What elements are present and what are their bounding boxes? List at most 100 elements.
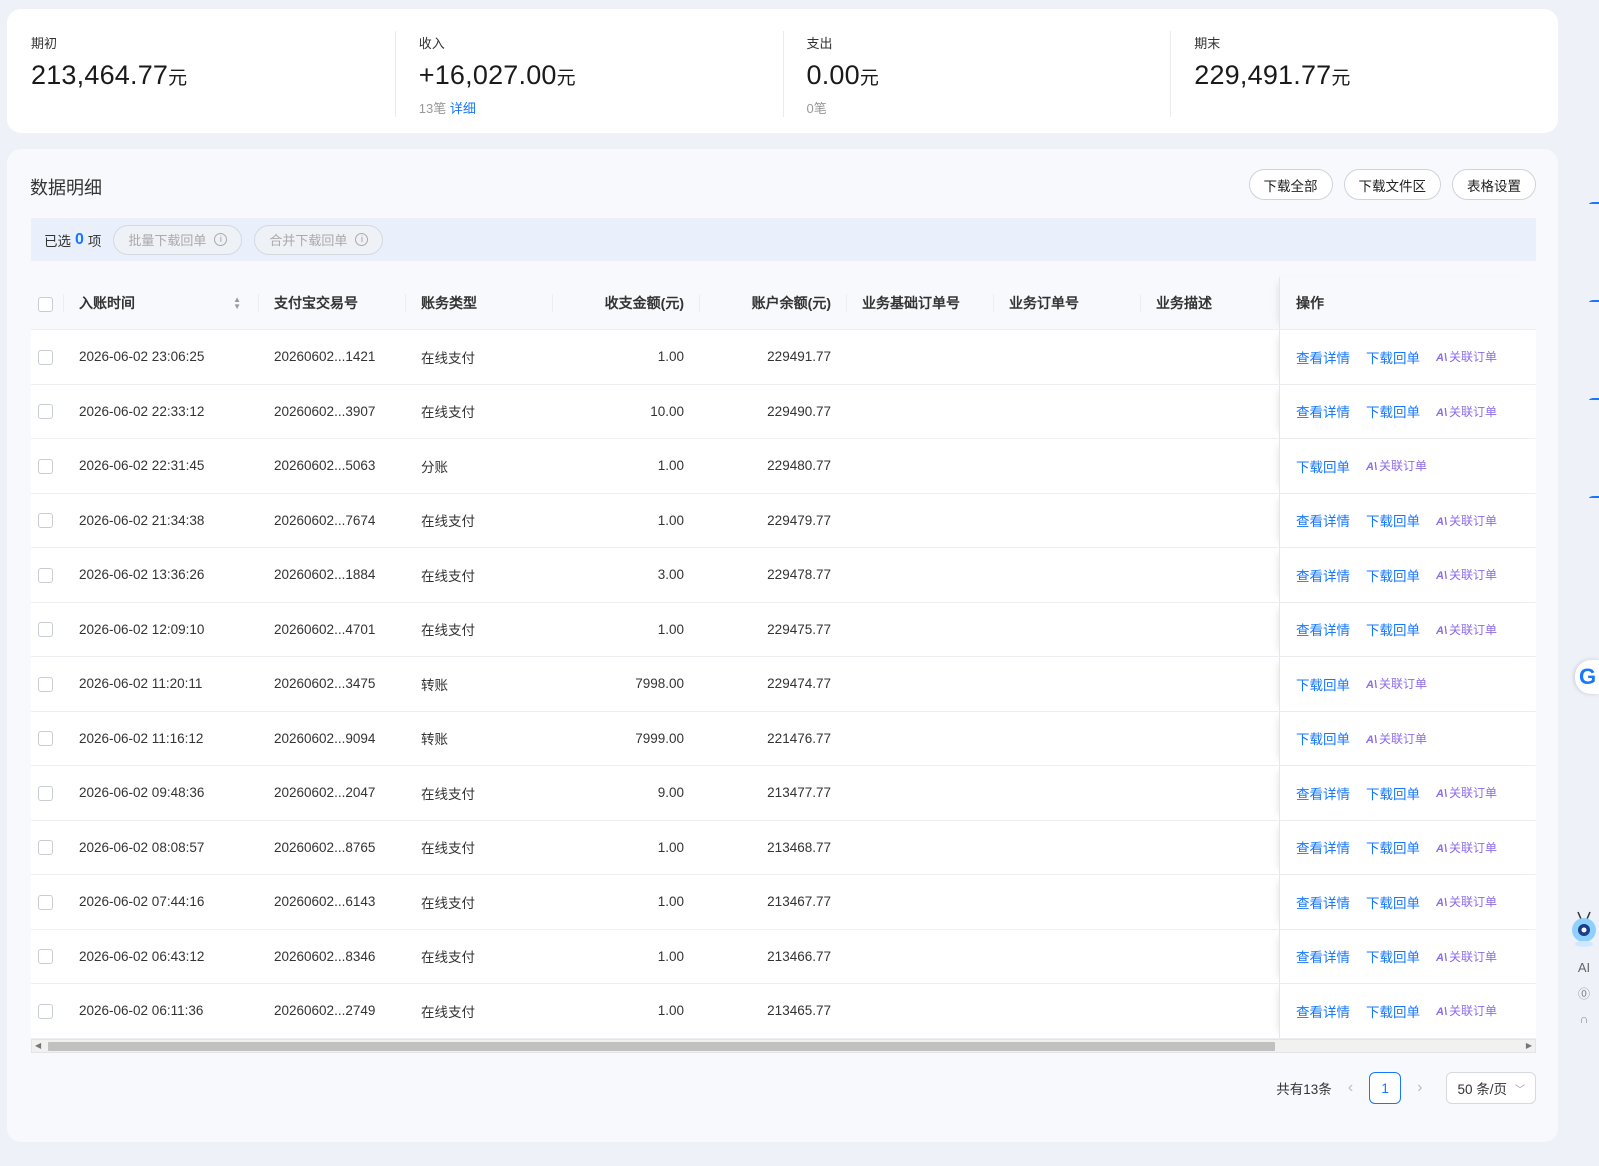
row-checkbox[interactable] (31, 839, 63, 856)
download-receipt-link[interactable]: 下载回单 (1366, 946, 1420, 966)
download-receipt-link[interactable]: 下载回单 (1366, 1001, 1420, 1021)
cell-time: 2026-06-02 11:16:12 (79, 730, 204, 746)
view-detail-link[interactable]: 查看详情 (1296, 619, 1350, 639)
row-checkbox[interactable] (31, 894, 63, 910)
related-order-link[interactable]: A\ 关联订单 (1436, 948, 1497, 965)
row-checkbox[interactable] (31, 512, 63, 529)
select-all-checkbox[interactable] (31, 292, 63, 314)
robot-assistant-icon[interactable] (1569, 910, 1599, 948)
side-tab-icon[interactable] (1589, 300, 1599, 304)
related-order-link[interactable]: A\ 关联订单 (1366, 457, 1427, 474)
download-receipt-link[interactable]: 下载回单 (1296, 674, 1350, 694)
batch-download-button[interactable]: 批量下载回单 i (113, 224, 243, 255)
cell-balance: 229490.77 (767, 403, 831, 419)
cell-time: 2026-06-02 13:36:26 (79, 567, 205, 583)
prev-page-icon[interactable]: ‹ (1348, 1079, 1353, 1097)
download-receipt-link[interactable]: 下载回单 (1366, 347, 1420, 367)
view-detail-link[interactable]: 查看详情 (1296, 783, 1350, 803)
row-checkbox[interactable] (31, 621, 63, 638)
table-row: 2026-06-02 21:34:38 20260602...7674 在线支付 1.… (31, 493, 1536, 548)
table-row: 2026-06-02 07:44:16 20260602...6143 在线支付 1.… (31, 875, 1536, 930)
download-receipt-link[interactable]: 下载回单 (1366, 783, 1420, 803)
assistant-g-icon[interactable]: G (1575, 660, 1599, 694)
row-checkbox[interactable] (31, 567, 63, 583)
row-checkbox[interactable] (31, 349, 63, 365)
table-settings-button[interactable]: 表格设置 (1452, 169, 1536, 200)
sort-icon[interactable]: ▲ ▼ (233, 296, 241, 311)
cell-time: 2026-06-02 21:34:38 (79, 512, 205, 528)
download-receipt-link[interactable]: 下载回单 (1366, 565, 1420, 585)
toolbar: 下载全部 下载文件区 表格设置 (1248, 169, 1536, 200)
download-receipt-link[interactable]: 下载回单 (1366, 619, 1420, 639)
scroll-right-icon[interactable]: ▶ (1526, 1040, 1532, 1052)
related-order-link[interactable]: A\ 关联订单 (1436, 1002, 1497, 1019)
ai-spark-icon: A\ (1436, 570, 1447, 583)
row-checkbox[interactable] (31, 676, 63, 692)
scrollbar-thumb[interactable] (48, 1042, 1275, 1051)
page-number[interactable]: 1 (1369, 1072, 1402, 1104)
related-order-link[interactable]: A\ 关联订单 (1366, 730, 1427, 747)
related-order-link[interactable]: A\ 关联订单 (1436, 839, 1497, 856)
row-checkbox[interactable] (31, 730, 63, 747)
related-order-link[interactable]: A\ 关联订单 (1436, 348, 1497, 365)
view-detail-link[interactable]: 查看详情 (1296, 347, 1350, 367)
headset-icon[interactable]: ∩ (1569, 1012, 1599, 1026)
related-order-link[interactable]: A\ 关联订单 (1366, 675, 1427, 692)
page-size-select[interactable]: 50 条/页 ﹀ (1446, 1072, 1536, 1104)
help-icon[interactable]: ⓪ (1569, 985, 1599, 1002)
related-order-link[interactable]: A\ 关联订单 (1436, 566, 1497, 583)
download-receipt-link[interactable]: 下载回单 (1296, 728, 1350, 748)
ai-label[interactable]: AI (1569, 960, 1599, 975)
horizontal-scrollbar[interactable]: ◀ ▶ (31, 1039, 1536, 1053)
col-header-time[interactable]: 入账时间 ▲ ▼ (63, 292, 258, 314)
download-receipt-link[interactable]: 下载回单 (1296, 456, 1350, 476)
row-checkbox[interactable] (31, 458, 63, 474)
cell-time: 2026-06-02 09:48:36 (79, 785, 205, 801)
side-tab-icon[interactable] (1589, 398, 1599, 402)
download-receipt-link[interactable]: 下载回单 (1366, 401, 1420, 421)
cell-actions: 查看详情 下载回单 A\ 关联订单 (1279, 766, 1536, 820)
related-order-link[interactable]: A\ 关联订单 (1436, 893, 1497, 910)
income-detail-link[interactable]: 详细 (450, 101, 476, 116)
related-order-link[interactable]: A\ 关联订单 (1436, 403, 1497, 420)
side-tab-icon[interactable] (1589, 496, 1599, 500)
summary-bar: 期初 213,464.77元 收入 +16,027.00元 13笔 详细 支出 … (7, 9, 1558, 133)
download-receipt-link[interactable]: 下载回单 (1366, 510, 1420, 530)
row-checkbox[interactable] (31, 1003, 63, 1019)
ai-spark-icon: A\ (1366, 461, 1377, 474)
scroll-left-icon[interactable]: ◀ (35, 1040, 41, 1052)
cell-balance: 221476.77 (767, 730, 831, 746)
cell-time: 2026-06-02 07:44:16 (79, 894, 205, 910)
table-row: 2026-06-02 22:33:12 20260602...3907 在线支付 10… (31, 384, 1536, 439)
view-detail-link[interactable]: 查看详情 (1296, 837, 1350, 857)
cell-type: 在线支付 (421, 623, 475, 639)
download-receipt-link[interactable]: 下载回单 (1366, 837, 1420, 857)
view-detail-link[interactable]: 查看详情 (1296, 510, 1350, 530)
merge-download-button[interactable]: 合并下载回单 i (254, 224, 384, 255)
related-order-link[interactable]: A\ 关联订单 (1436, 621, 1497, 638)
related-order-link[interactable]: A\ 关联订单 (1436, 784, 1497, 801)
view-detail-link[interactable]: 查看详情 (1296, 946, 1350, 966)
row-checkbox[interactable] (31, 785, 63, 801)
info-icon: i (214, 233, 228, 246)
cell-amount: 1.00 (657, 1003, 684, 1019)
download-file-area-button[interactable]: 下载文件区 (1343, 169, 1441, 200)
view-detail-link[interactable]: 查看详情 (1296, 1001, 1350, 1021)
cell-time: 2026-06-02 06:11:36 (79, 1003, 204, 1019)
view-detail-link[interactable]: 查看详情 (1296, 401, 1350, 421)
table-row: 2026-06-02 12:09:10 20260602...4701 在线支付 1.… (31, 602, 1536, 657)
row-checkbox[interactable] (31, 948, 63, 965)
next-page-icon[interactable]: › (1417, 1079, 1422, 1097)
side-tab-icon[interactable] (1589, 202, 1599, 206)
download-receipt-link[interactable]: 下载回单 (1366, 892, 1420, 912)
cell-balance: 213477.77 (767, 785, 831, 801)
stat-sub: 13笔 详细 (418, 101, 476, 116)
row-checkbox[interactable] (31, 403, 63, 420)
view-detail-link[interactable]: 查看详情 (1296, 565, 1350, 585)
cell-type: 在线支付 (421, 786, 475, 802)
related-order-link[interactable]: A\ 关联订单 (1436, 512, 1497, 529)
cell-time: 2026-06-02 22:31:45 (79, 458, 205, 474)
view-detail-link[interactable]: 查看详情 (1296, 892, 1350, 912)
download-all-button[interactable]: 下载全部 (1248, 169, 1333, 200)
cell-tx: 20260602...2749 (274, 1003, 376, 1019)
